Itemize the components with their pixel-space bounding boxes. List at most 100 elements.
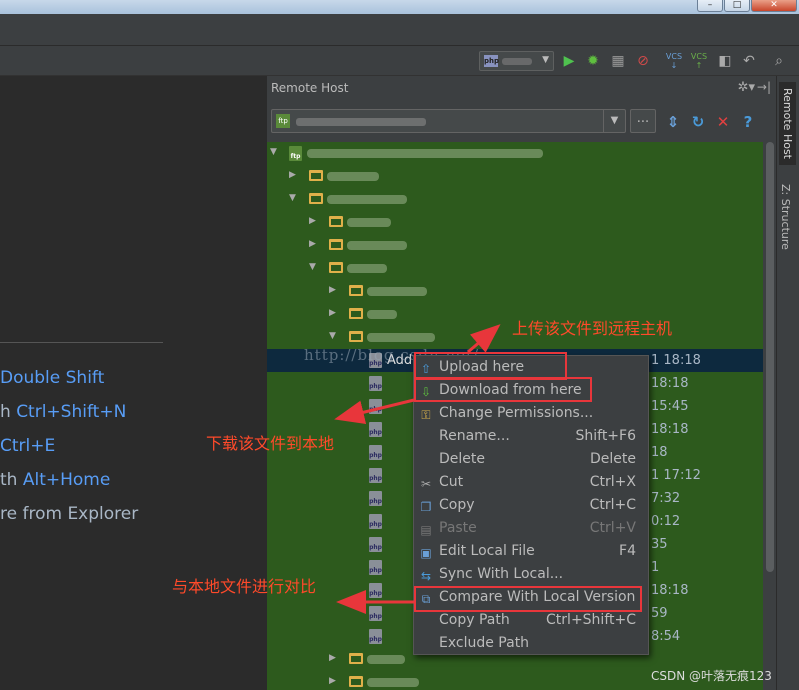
minimize-button[interactable]: – — [697, 0, 723, 12]
blurred-name — [367, 655, 405, 664]
menu-item-change-permissions[interactable]: ⚿ Change Permissions... — [414, 403, 648, 426]
highlight-download — [414, 377, 592, 402]
php-file-icon: php — [369, 606, 382, 621]
file-date: 18:18 — [651, 376, 689, 391]
php-file-icon: php — [369, 514, 382, 529]
collapse-arrow-icon: ▶ — [289, 170, 296, 180]
blurred-server-name — [296, 118, 426, 126]
blurred-name — [307, 149, 543, 158]
expand-arrow-icon: ▼ — [329, 331, 336, 341]
blurred-name — [327, 195, 407, 204]
tree-folder[interactable]: ▶ — [267, 280, 763, 303]
highlight-upload — [414, 352, 567, 380]
tree-scrollbar[interactable] — [763, 142, 777, 690]
chevron-down-icon: ▼ — [542, 55, 549, 65]
tree-folder[interactable]: ▶ — [267, 165, 763, 188]
cut-icon: ✂ — [420, 477, 432, 491]
revert-icon[interactable]: ↶ — [740, 52, 758, 70]
panel-title: Remote Host — [271, 81, 349, 95]
permissions-icon: ⚿ — [421, 408, 431, 422]
blurred-name — [367, 333, 435, 342]
collapse-arrow-icon: ▶ — [329, 308, 336, 318]
annotation-download: 下载该文件到本地 — [206, 434, 335, 453]
help-icon[interactable]: ? — [739, 113, 757, 131]
php-file-icon: php — [369, 583, 382, 598]
file-date: 18:18 — [651, 583, 689, 598]
blurred-name — [367, 287, 427, 296]
close-window-button[interactable]: ✕ — [751, 0, 797, 12]
maximize-button[interactable]: □ — [724, 0, 750, 12]
run-icon[interactable]: ▶ — [560, 52, 578, 70]
divider — [0, 342, 163, 343]
tree-folder[interactable]: ▼ — [267, 188, 763, 211]
folder-icon — [349, 285, 363, 296]
tab-remote-host[interactable]: Remote Host — [779, 82, 796, 165]
scrollbar-thumb[interactable] — [766, 142, 774, 572]
run-configuration-select[interactable]: php ▼ — [479, 51, 554, 71]
blurred-name — [347, 264, 387, 273]
folder-icon — [349, 331, 363, 342]
folder-icon — [349, 308, 363, 319]
collapse-arrow-icon: ▶ — [329, 676, 336, 686]
expand-arrow-icon: ▼ — [270, 147, 277, 157]
file-date: 18:18 — [651, 422, 689, 437]
php-icon: php — [484, 55, 500, 67]
php-file-icon: php — [369, 560, 382, 575]
stop-icon[interactable]: ⊘ — [634, 52, 652, 70]
blurred-name — [367, 678, 419, 687]
chevron-down-icon: ▼ — [603, 110, 625, 132]
tree-folder[interactable]: ▶ — [267, 234, 763, 257]
search-icon[interactable]: ⌕ — [770, 52, 788, 70]
php-file-icon: php — [369, 445, 382, 460]
menu-item-edit-local-file[interactable]: ▣ Edit Local File F4 — [414, 541, 648, 564]
hint-search-everywhere: Double Shift — [0, 368, 105, 388]
folder-icon — [329, 216, 343, 227]
copy-icon: ❐ — [420, 500, 432, 514]
folder-icon — [349, 653, 363, 664]
file-date: 7:32 — [651, 491, 681, 506]
refresh-icon[interactable]: ↻ — [689, 113, 707, 131]
menu-item-paste[interactable]: ▤ Paste Ctrl+V — [414, 518, 648, 541]
expand-arrow-icon: ▼ — [289, 193, 296, 203]
menu-item-rename[interactable]: Rename... Shift+F6 — [414, 426, 648, 449]
browse-servers-button[interactable]: ... — [630, 109, 656, 133]
blurred-name — [367, 310, 397, 319]
hide-panel-icon[interactable]: →| — [757, 80, 771, 94]
hint-drop-files: re from Explorer — [0, 504, 139, 524]
annotation-compare: 与本地文件进行对比 — [172, 577, 317, 596]
file-date: 1 — [651, 560, 660, 575]
collapse-arrow-icon: ▶ — [329, 285, 336, 295]
edit-icon: ▣ — [420, 546, 432, 560]
collapse-arrow-icon: ▶ — [309, 239, 316, 249]
main-toolbar: php ▼ ▶ ✹ ▦ ⊘ VCS ↓ VCS ↑ ◧ ↶ ⌕ — [0, 46, 799, 76]
php-file-icon: php — [369, 399, 382, 414]
tree-folder[interactable]: ▶ — [267, 211, 763, 234]
menu-item-delete[interactable]: Delete Delete — [414, 449, 648, 472]
folder-icon — [309, 193, 323, 204]
close-icon[interactable]: ✕ — [714, 113, 732, 131]
vcs-commit-icon[interactable]: VCS ↑ — [690, 52, 708, 70]
folder-icon — [349, 676, 363, 687]
menu-item-sync-with-local[interactable]: ⇆ Sync With Local... — [414, 564, 648, 587]
tree-root[interactable]: ▼ ftp — [267, 142, 763, 165]
menu-item-copy-path[interactable]: Copy Path Ctrl+Shift+C — [414, 610, 648, 633]
file-date: 35 — [651, 537, 668, 552]
gear-icon[interactable]: ✲▾ — [738, 80, 755, 95]
menu-item-exclude-path[interactable]: Exclude Path — [414, 633, 648, 656]
file-date: 15:45 — [651, 399, 689, 414]
menu-bar — [0, 14, 799, 46]
tab-structure[interactable]: Z: Structure — [779, 184, 792, 250]
tree-folder[interactable]: ▼ — [267, 257, 763, 280]
server-select[interactable]: ftp ▼ — [271, 109, 626, 133]
coverage-icon[interactable]: ▦ — [609, 52, 627, 70]
collapse-all-icon[interactable]: ⇕ — [664, 113, 682, 131]
panel-header: Remote Host ✲▾ →| — [267, 76, 777, 102]
paste-icon: ▤ — [420, 523, 432, 537]
debug-icon[interactable]: ✹ — [584, 52, 602, 70]
vcs-update-icon[interactable]: VCS ↓ — [665, 52, 683, 70]
menu-item-cut[interactable]: ✂ Cut Ctrl+X — [414, 472, 648, 495]
menu-item-copy[interactable]: ❐ Copy Ctrl+C — [414, 495, 648, 518]
ftp-server-icon: ftp — [276, 114, 290, 128]
annotation-upload: 上传该文件到远程主机 — [512, 319, 673, 338]
history-icon[interactable]: ◧ — [716, 52, 734, 70]
